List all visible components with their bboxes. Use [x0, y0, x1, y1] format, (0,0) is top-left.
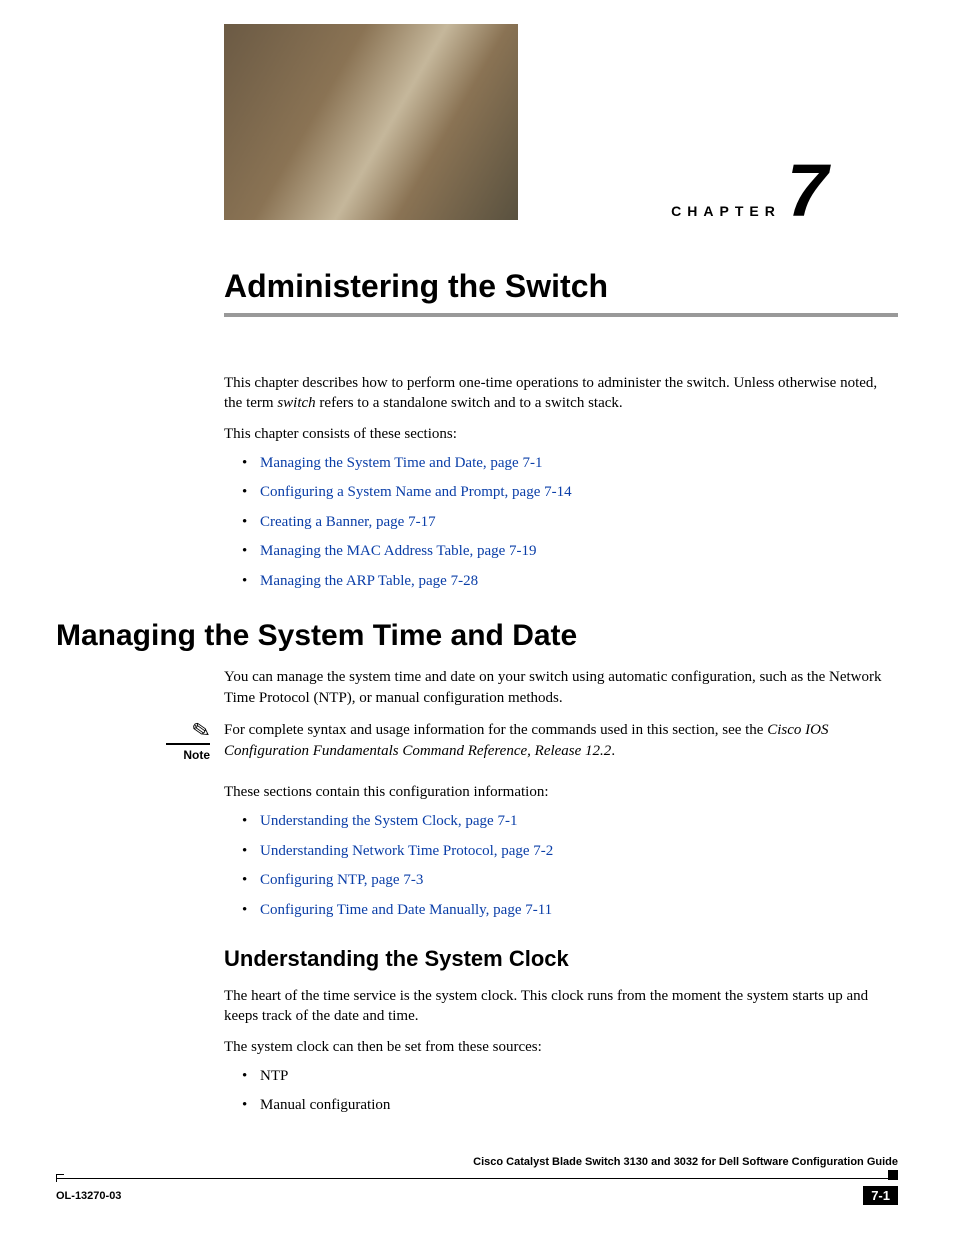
- section-link[interactable]: Managing the System Time and Date, page …: [260, 455, 542, 471]
- heading-managing-time: Managing the System Time and Date: [56, 619, 898, 653]
- section-link[interactable]: Managing the ARP Table, page 7-28: [260, 573, 478, 589]
- subsection-link[interactable]: Configuring NTP, page 7-3: [260, 872, 423, 888]
- section-link[interactable]: Managing the MAC Address Table, page 7-1…: [260, 543, 537, 559]
- intro-p1-b: refers to a standalone switch and to a s…: [316, 395, 623, 411]
- list-item: Managing the MAC Address Table, page 7-1…: [242, 542, 898, 562]
- list-item: Manual configuration: [242, 1096, 898, 1116]
- list-item: Managing the System Time and Date, page …: [242, 454, 898, 474]
- footer-document-id: OL-13270-03: [56, 1190, 121, 1202]
- intro-paragraph-2: This chapter consists of these sections:: [224, 424, 898, 444]
- footer-square: [888, 1170, 898, 1180]
- managing-p2: These sections contain this configuratio…: [224, 782, 898, 802]
- subsection-link[interactable]: Understanding Network Time Protocol, pag…: [260, 843, 553, 859]
- intro-paragraph-1: This chapter describes how to perform on…: [224, 373, 898, 414]
- subsections-list: Understanding the System Clock, page 7-1…: [242, 812, 898, 920]
- list-item: Configuring a System Name and Prompt, pa…: [242, 483, 898, 503]
- footer-guide-title: Cisco Catalyst Blade Switch 3130 and 303…: [473, 1156, 898, 1168]
- title-rule: [224, 313, 898, 317]
- chapter-photo: [224, 24, 518, 220]
- clock-p1: The heart of the time service is the sys…: [224, 986, 898, 1027]
- chapter-number: 7: [787, 161, 828, 220]
- list-item: Creating a Banner, page 7-17: [242, 513, 898, 533]
- note-text-b: .: [611, 743, 615, 759]
- chapter-marker: CHAPTER 7: [671, 161, 828, 220]
- sections-list: Managing the System Time and Date, page …: [242, 454, 898, 592]
- list-item: Managing the ARP Table, page 7-28: [242, 572, 898, 592]
- list-item: Understanding Network Time Protocol, pag…: [242, 842, 898, 862]
- section-link[interactable]: Creating a Banner, page 7-17: [260, 514, 436, 530]
- intro-p1-italic: switch: [277, 395, 315, 411]
- list-item: Configuring NTP, page 7-3: [242, 871, 898, 891]
- source-item: NTP: [260, 1068, 288, 1084]
- note-label: Note: [183, 748, 210, 762]
- subsection-link[interactable]: Understanding the System Clock, page 7-1: [260, 813, 517, 829]
- list-item: Configuring Time and Date Manually, page…: [242, 901, 898, 921]
- sources-list: NTP Manual configuration: [242, 1067, 898, 1116]
- source-item: Manual configuration: [260, 1097, 390, 1113]
- footer-page-number: 7-1: [863, 1186, 898, 1205]
- heading-system-clock: Understanding the System Clock: [224, 946, 898, 972]
- managing-p1: You can manage the system time and date …: [224, 667, 898, 708]
- note-text-a: For complete syntax and usage informatio…: [224, 722, 767, 738]
- page-footer: Cisco Catalyst Blade Switch 3130 and 303…: [56, 1174, 898, 1205]
- note-body: For complete syntax and usage informatio…: [224, 720, 898, 762]
- note-block: ✎ Note For complete syntax and usage inf…: [56, 720, 898, 764]
- footer-rule: [56, 1178, 898, 1179]
- pencil-icon: ✎: [190, 718, 212, 743]
- list-item: Understanding the System Clock, page 7-1: [242, 812, 898, 832]
- section-link[interactable]: Configuring a System Name and Prompt, pa…: [260, 484, 572, 500]
- note-rule: ✎: [166, 720, 210, 745]
- chapter-label: CHAPTER: [671, 203, 781, 219]
- clock-p2: The system clock can then be set from th…: [224, 1037, 898, 1057]
- list-item: NTP: [242, 1067, 898, 1087]
- chapter-title: Administering the Switch: [224, 268, 898, 305]
- subsection-link[interactable]: Configuring Time and Date Manually, page…: [260, 902, 552, 918]
- chapter-header: CHAPTER 7: [224, 24, 828, 220]
